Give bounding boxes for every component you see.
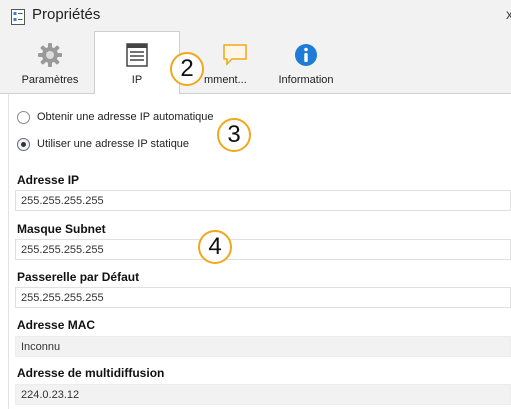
callout-2: 2 — [170, 52, 204, 86]
properties-icon — [11, 9, 25, 25]
radio-label: Utiliser une adresse IP statique — [37, 138, 190, 150]
info-icon — [295, 44, 317, 66]
radio-label: Obtenir une adresse IP automatique — [37, 111, 214, 123]
ip-address-field[interactable]: 255.255.255.255 — [15, 190, 511, 211]
gear-icon — [38, 43, 62, 67]
window-title: Propriétés — [32, 6, 101, 23]
radio-button[interactable] — [17, 111, 30, 124]
tab-label: Paramètres — [21, 74, 79, 86]
callout-3: 3 — [217, 118, 251, 152]
tab-bar: Paramètres IP mment... Information — [0, 31, 511, 94]
tab-parametres[interactable]: Paramètres — [9, 32, 91, 93]
radio-button[interactable] — [17, 138, 30, 151]
tab-label: Information — [278, 74, 334, 86]
multicast-address-field: 224.0.23.12 — [15, 384, 511, 405]
tab-label: IP — [131, 74, 143, 86]
tab-information[interactable]: Information — [270, 32, 342, 93]
panel-border — [8, 94, 9, 409]
tab-label: mment... — [204, 74, 247, 86]
multicast-address-label: Adresse de multidiffusion — [17, 366, 165, 380]
comment-icon — [223, 44, 247, 66]
ip-list-icon — [126, 43, 148, 67]
title-bar: Propriétés x — [0, 0, 511, 32]
subnet-mask-label: Masque Subnet — [17, 222, 106, 236]
subnet-mask-field[interactable]: 255.255.255.255 — [15, 239, 511, 260]
mac-address-field: Inconnu — [15, 336, 511, 357]
default-gateway-label: Passerelle par Défaut — [17, 270, 140, 284]
tab-ip[interactable]: IP — [94, 31, 180, 94]
callout-4: 4 — [198, 230, 232, 264]
ip-address-label: Adresse IP — [17, 173, 80, 187]
close-button[interactable]: x — [506, 6, 511, 22]
default-gateway-field[interactable]: 255.255.255.255 — [15, 287, 511, 308]
mac-address-label: Adresse MAC — [17, 318, 96, 332]
